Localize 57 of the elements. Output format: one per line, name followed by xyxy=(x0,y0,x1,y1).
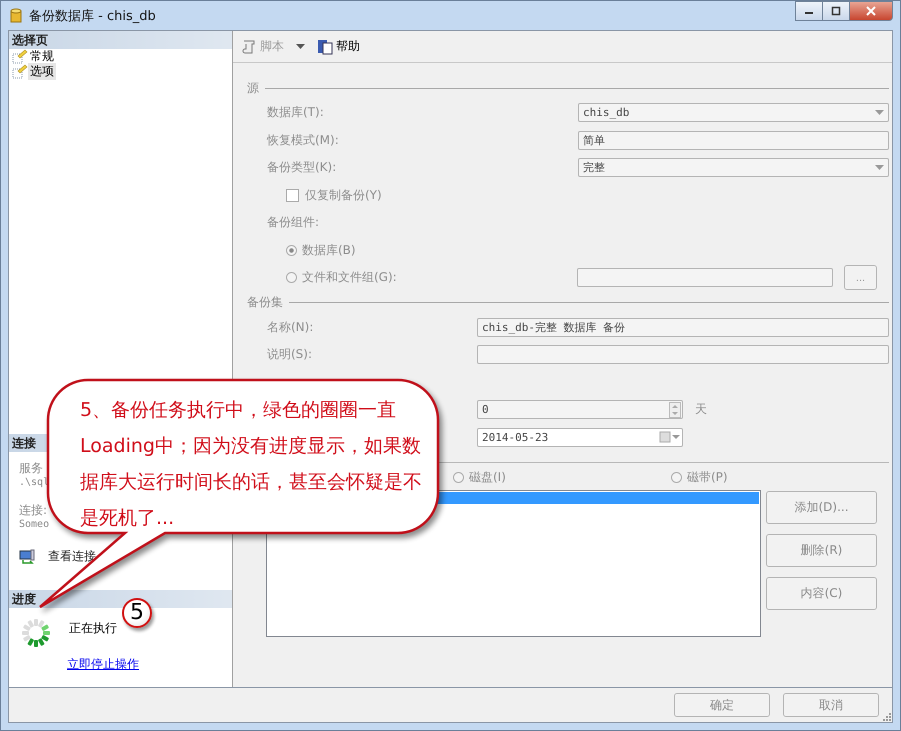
resize-grip-icon xyxy=(883,713,891,721)
radio-button[interactable] xyxy=(286,272,297,284)
computer-icon xyxy=(19,548,35,564)
calendar-dropdown-icon xyxy=(659,431,681,444)
document-icon xyxy=(317,38,333,54)
window-title: 备份数据库 - chis_db xyxy=(29,8,156,24)
page-icon xyxy=(12,49,28,64)
radio-label: 文件和文件组(G): xyxy=(302,269,398,286)
destination-list[interactable] xyxy=(266,490,761,637)
radio-label: 磁盘(I) xyxy=(469,468,506,486)
radio-button[interactable] xyxy=(671,472,682,482)
connection-value: Someo xyxy=(19,519,50,530)
close-button[interactable] xyxy=(849,1,893,21)
toolbar-button[interactable]: 帮助 xyxy=(315,36,362,57)
dropdown[interactable]: chis_db xyxy=(578,103,889,122)
text-field[interactable]: chis_db-完整 数据库 备份 xyxy=(477,318,889,337)
scroll-icon xyxy=(241,38,257,54)
status-text: 正在执行 xyxy=(69,620,117,636)
stop-link[interactable]: 立即停止操作 xyxy=(67,656,139,673)
spin-arrows-icon xyxy=(669,402,681,418)
radio-button[interactable] xyxy=(286,244,297,256)
radio-label: 磁带(P) xyxy=(687,468,728,486)
field-label: 数据库(T): xyxy=(266,104,325,122)
section-header: 选择页 xyxy=(9,31,232,49)
field-label: 备份组件: xyxy=(266,214,320,232)
loading-spinner-icon xyxy=(21,618,51,648)
maximize-icon xyxy=(831,6,841,16)
field-label: 说明(S): xyxy=(266,346,314,364)
field-label: 备份类型(K): xyxy=(266,159,338,176)
connection-label: 连接: xyxy=(19,502,48,519)
maximize-button[interactable] xyxy=(822,1,850,21)
checkbox[interactable] xyxy=(286,188,299,202)
text-field[interactable] xyxy=(577,268,833,288)
caret-icon xyxy=(296,44,305,50)
sidebar-item[interactable]: 选项 xyxy=(9,64,232,79)
database-icon xyxy=(10,8,22,24)
spin-field[interactable]: 0 xyxy=(477,400,683,420)
dropdown[interactable]: 完整 xyxy=(578,158,889,178)
page-icon xyxy=(12,64,28,79)
minimize-button[interactable] xyxy=(795,1,823,21)
checkbox-label: 仅复制备份(Y) xyxy=(305,186,382,204)
tooltip-text: 5、备份任务执行中，绿色的圈圈一直Loading中；因为没有进度显示，如果数据库大运行时间长的话，甚至会怀疑是不是死机了... xyxy=(80,398,423,531)
radio-button[interactable] xyxy=(453,472,464,482)
close-icon xyxy=(866,6,876,16)
field-label: 恢复模式(M): xyxy=(266,132,340,149)
dropdown-arrow-icon xyxy=(875,165,884,170)
field-label: 名称(N): xyxy=(266,318,314,336)
group-heading: 源 xyxy=(247,80,259,96)
group-heading: 备份集 xyxy=(247,294,283,311)
radio-label: 数据库(B) xyxy=(302,242,357,259)
dropdown-arrow-icon xyxy=(875,110,884,116)
unit-label: 天 xyxy=(695,401,707,418)
text-field[interactable]: 简单 xyxy=(578,130,889,150)
text-field[interactable] xyxy=(477,345,889,364)
sidebar-item[interactable]: 常规 xyxy=(9,49,232,64)
date-field[interactable]: 2014-05-23 xyxy=(477,428,683,447)
server-label: 服务 xyxy=(19,460,43,477)
